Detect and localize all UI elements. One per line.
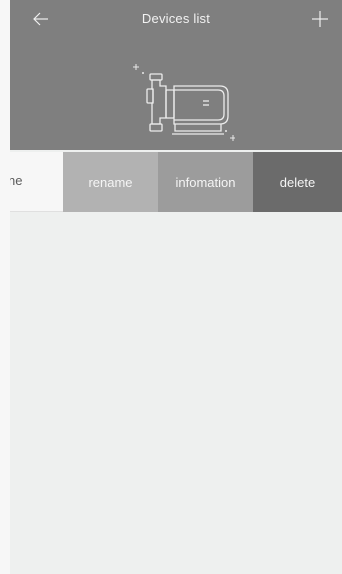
rename-button[interactable]: rename [63, 152, 158, 212]
screen-edge [0, 0, 10, 574]
plus-icon[interactable] [309, 8, 331, 30]
pump-device-icon [133, 64, 235, 141]
devices-screen: Devices list ne rename infomation delete [10, 0, 342, 574]
device-row-content[interactable]: ne [10, 152, 63, 212]
header-bar: Devices list [10, 0, 342, 150]
delete-button[interactable]: delete [253, 152, 342, 212]
page-title: Devices list [141, 11, 211, 26]
device-name-label: ne [10, 173, 23, 188]
device-row-swiped[interactable]: ne rename infomation delete [10, 152, 342, 212]
device-list-empty-area [10, 212, 342, 574]
information-button[interactable]: infomation [158, 152, 253, 212]
